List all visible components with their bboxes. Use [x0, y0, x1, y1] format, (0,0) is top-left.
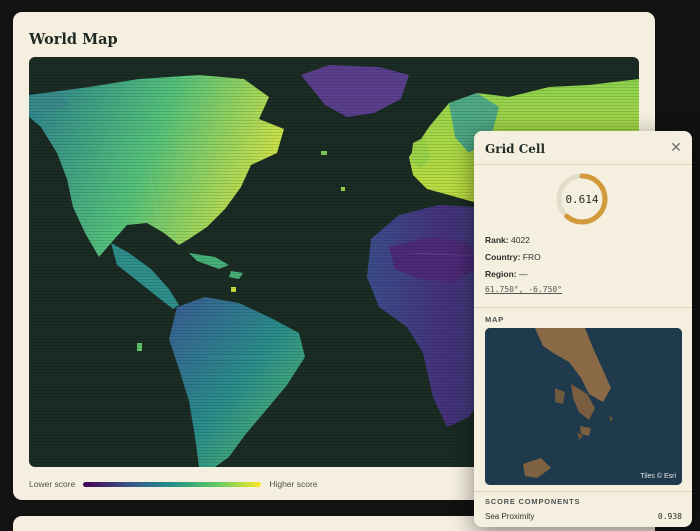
divider	[474, 307, 692, 308]
component-row: Sea Proximity 0.938	[485, 512, 682, 521]
satellite-image	[485, 328, 682, 485]
country-row: Country: FRO	[485, 252, 541, 262]
divider	[474, 491, 692, 492]
tiles-credit: Tiles © Esri	[640, 473, 676, 480]
legend-high-label: Higher score	[269, 479, 318, 489]
region-label: Region:	[485, 269, 517, 279]
map-section-label: MAP	[485, 315, 505, 324]
score-value: 0.614	[565, 192, 599, 206]
legend-gradient-bar	[83, 481, 262, 487]
grid-cell-panel: Grid Cell ✕ 0.614 Rank: 4022 Country: FR…	[474, 131, 692, 527]
legend-low-label: Lower score	[29, 479, 76, 489]
coordinates-link[interactable]: 61.750°, -6.750°	[485, 285, 562, 294]
panel-header: Grid Cell ✕	[474, 131, 692, 165]
region-value: —	[519, 269, 528, 279]
component-name: Sea Proximity	[485, 512, 535, 521]
component-value: 0.938	[657, 512, 682, 521]
rank-label: Rank:	[485, 235, 509, 245]
score-components-label: SCORE COMPONENTS	[485, 497, 581, 506]
close-icon[interactable]: ✕	[669, 140, 683, 154]
world-map-title: World Map	[29, 31, 118, 48]
map-legend: Lower score Higher score	[29, 478, 318, 490]
panel-title: Grid Cell	[485, 142, 545, 156]
country-value: FRO	[522, 252, 541, 262]
rank-row: Rank: 4022	[485, 235, 530, 245]
country-label: Country:	[485, 252, 521, 262]
rank-value: 4022	[511, 235, 530, 245]
satellite-mini-map[interactable]: Tiles © Esri	[485, 328, 682, 485]
region-row: Region: —	[485, 269, 528, 279]
